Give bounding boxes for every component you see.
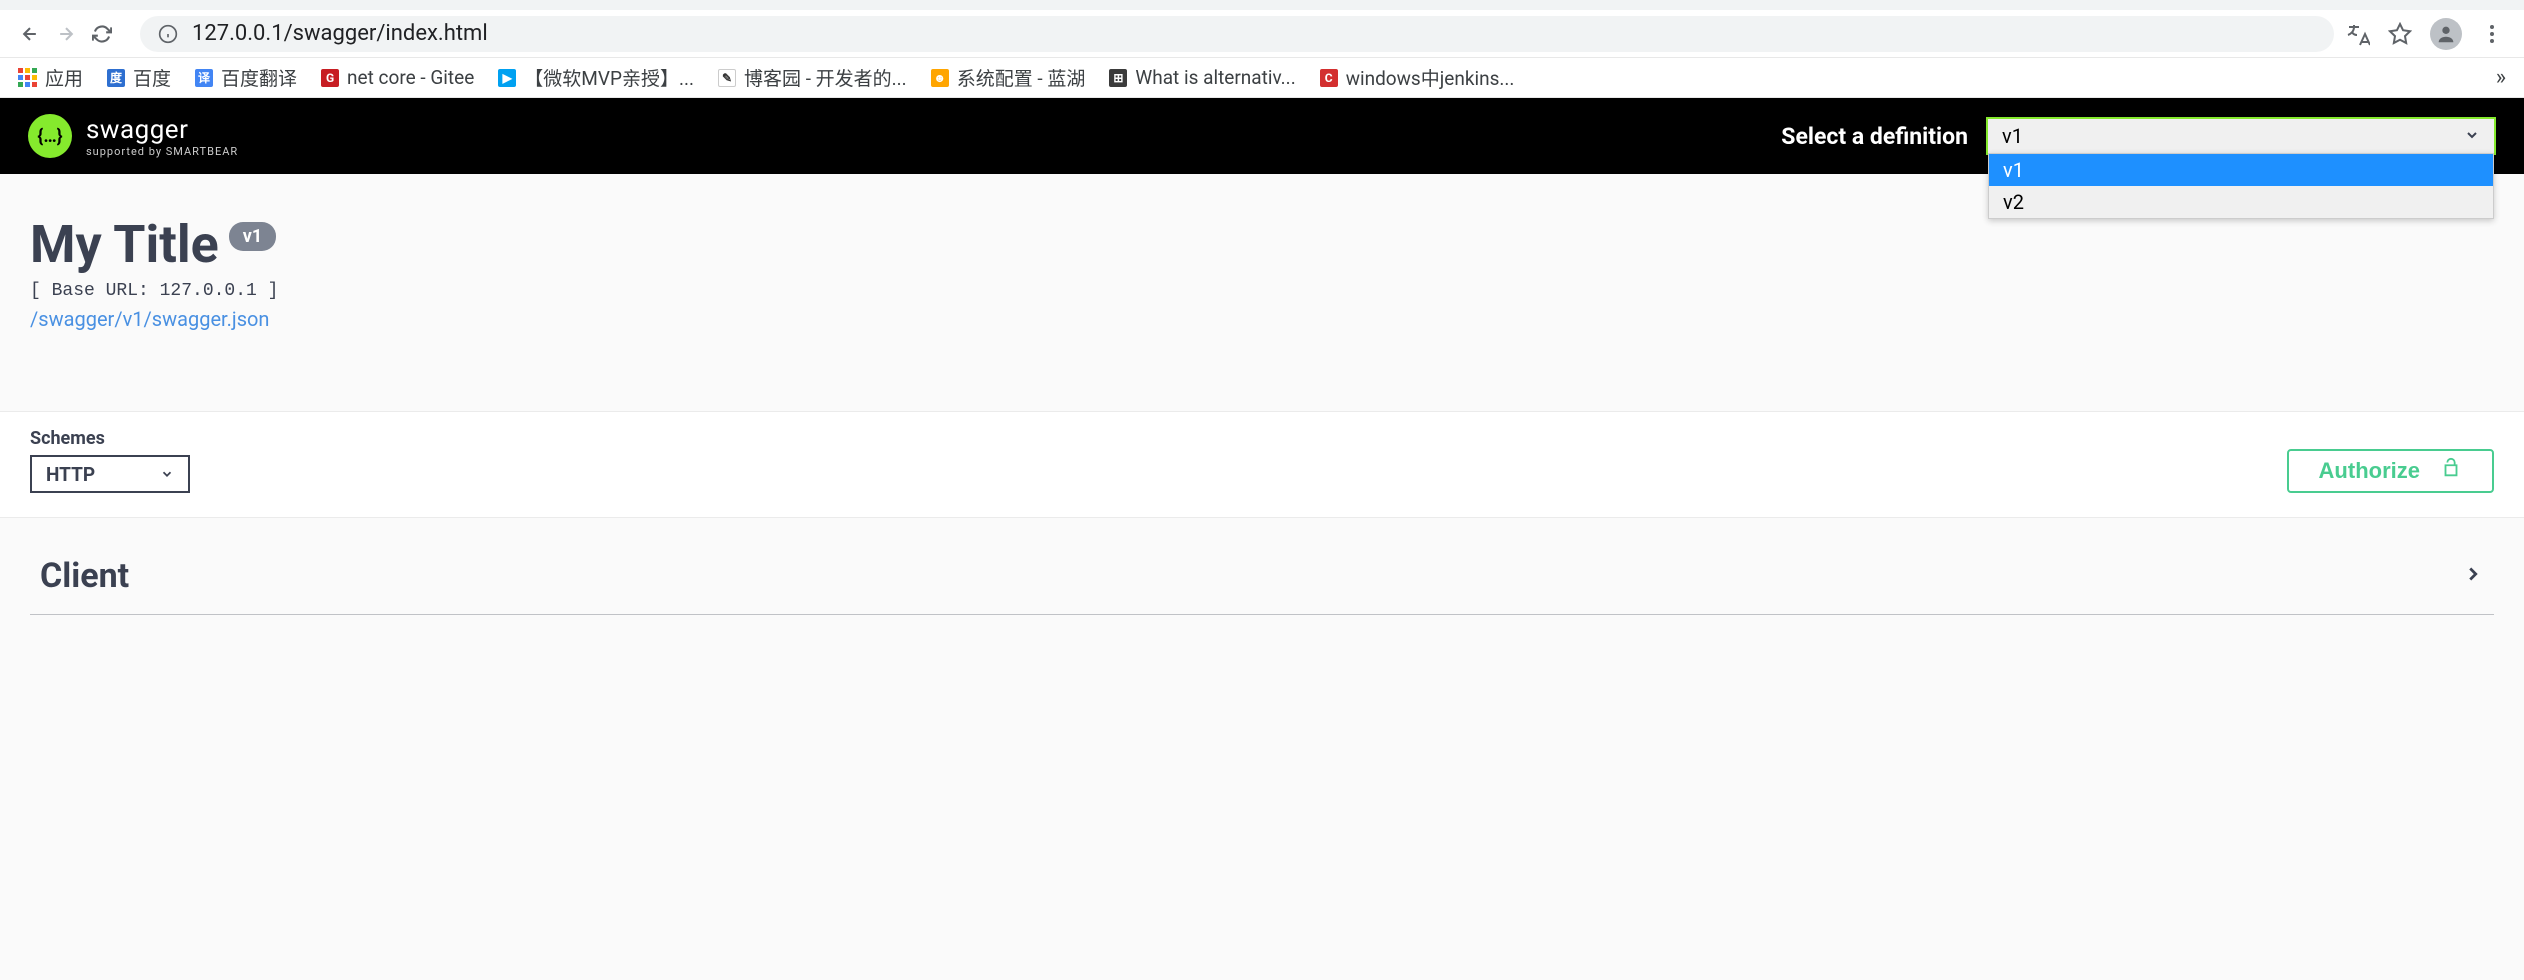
definition-select[interactable]: v1 v1 v2 [1986, 117, 2496, 155]
bookmark-label: What is alternativ... [1135, 66, 1295, 89]
favicon: ▶ [498, 69, 516, 87]
forward-button[interactable] [48, 16, 84, 52]
apps-shortcut[interactable]: 应用 [18, 64, 83, 91]
bookmark-label: 百度 [133, 64, 171, 91]
profile-avatar[interactable] [2430, 18, 2462, 50]
schemes-row: Schemes HTTP Authorize [0, 411, 2524, 518]
bookmark-overflow-icon[interactable]: » [2496, 65, 2506, 90]
bookmark-label: 系统配置 - 蓝湖 [957, 64, 1086, 91]
unlock-icon [2440, 457, 2462, 485]
back-button[interactable] [12, 16, 48, 52]
chevron-down-icon [2464, 124, 2480, 148]
swagger-logo-icon: {…} [28, 114, 72, 158]
favicon: C [1320, 69, 1338, 87]
bookmark-label: 应用 [45, 64, 83, 91]
menu-icon[interactable] [2480, 22, 2504, 46]
bookmark-item[interactable]: ⊞ What is alternativ... [1109, 66, 1295, 89]
translate-icon[interactable] [2346, 22, 2370, 46]
definition-option-v2[interactable]: v2 [1989, 186, 2493, 218]
favicon: ✎ [718, 69, 736, 87]
swagger-logo[interactable]: {…} swagger supported by SMARTBEAR [28, 114, 238, 158]
favicon: ⊞ [1109, 69, 1127, 87]
authorize-label: Authorize [2319, 458, 2420, 484]
browser-tab-strip [0, 0, 2524, 10]
favicon: G [321, 69, 339, 87]
base-url: [ Base URL: 127.0.0.1 ] [30, 281, 2494, 301]
browser-right-icons [2346, 18, 2512, 50]
bookmark-item[interactable]: ✎ 博客园 - 开发者的... [718, 64, 907, 91]
api-title: My Title [30, 214, 219, 275]
definition-dropdown: v1 v2 [1988, 153, 2494, 219]
address-bar[interactable]: 127.0.0.1/swagger/index.html [140, 16, 2334, 52]
tag-client-header[interactable]: Client [30, 538, 2494, 615]
chevron-right-icon [2462, 563, 2484, 589]
bookmark-label: net core - Gitee [347, 66, 474, 89]
bookmark-item[interactable]: ▶ 【微软MVP亲授】... [498, 64, 694, 91]
reload-button[interactable] [84, 16, 120, 52]
browser-toolbar: 127.0.0.1/swagger/index.html [0, 10, 2524, 58]
version-badge: v1 [229, 222, 276, 251]
logo-sub-text: supported by SMARTBEAR [86, 145, 238, 158]
schemes-selected-value: HTTP [46, 463, 95, 486]
apps-grid-icon [18, 68, 37, 87]
chevron-down-icon [160, 463, 174, 486]
favicon: ☻ [931, 69, 949, 87]
authorize-button[interactable]: Authorize [2287, 449, 2494, 493]
schemes-label: Schemes [30, 428, 190, 449]
favicon: 译 [195, 69, 213, 87]
bookmark-bar: 应用 度 百度 译 百度翻译 G net core - Gitee ▶ 【微软M… [0, 58, 2524, 98]
bookmark-item[interactable]: G net core - Gitee [321, 66, 474, 89]
bookmark-item[interactable]: 译 百度翻译 [195, 64, 297, 91]
bookmark-label: windows中jenkins... [1346, 64, 1515, 91]
star-icon[interactable] [2388, 22, 2412, 46]
bookmark-label: 百度翻译 [221, 64, 297, 91]
definition-option-v1[interactable]: v1 [1989, 154, 2493, 186]
schemes-select[interactable]: HTTP [30, 455, 190, 493]
swagger-topbar: {…} swagger supported by SMARTBEAR Selec… [0, 98, 2524, 174]
tag-name: Client [40, 556, 129, 596]
bookmark-label: 博客园 - 开发者的... [744, 64, 907, 91]
bookmark-item[interactable]: ☻ 系统配置 - 蓝湖 [931, 64, 1086, 91]
definition-label: Select a definition [1781, 123, 1968, 150]
favicon: 度 [107, 69, 125, 87]
logo-main-text: swagger [86, 115, 238, 145]
bookmark-item[interactable]: 度 百度 [107, 64, 171, 91]
swagger-json-link[interactable]: /swagger/v1/swagger.json [30, 307, 269, 331]
bookmark-label: 【微软MVP亲授】... [524, 64, 694, 91]
site-info-icon[interactable] [158, 24, 178, 44]
operations-section: Client [0, 518, 2524, 615]
bookmark-item[interactable]: C windows中jenkins... [1320, 64, 1515, 91]
definition-selected-value: v1 [2002, 124, 2023, 148]
url-text: 127.0.0.1/swagger/index.html [192, 21, 488, 46]
